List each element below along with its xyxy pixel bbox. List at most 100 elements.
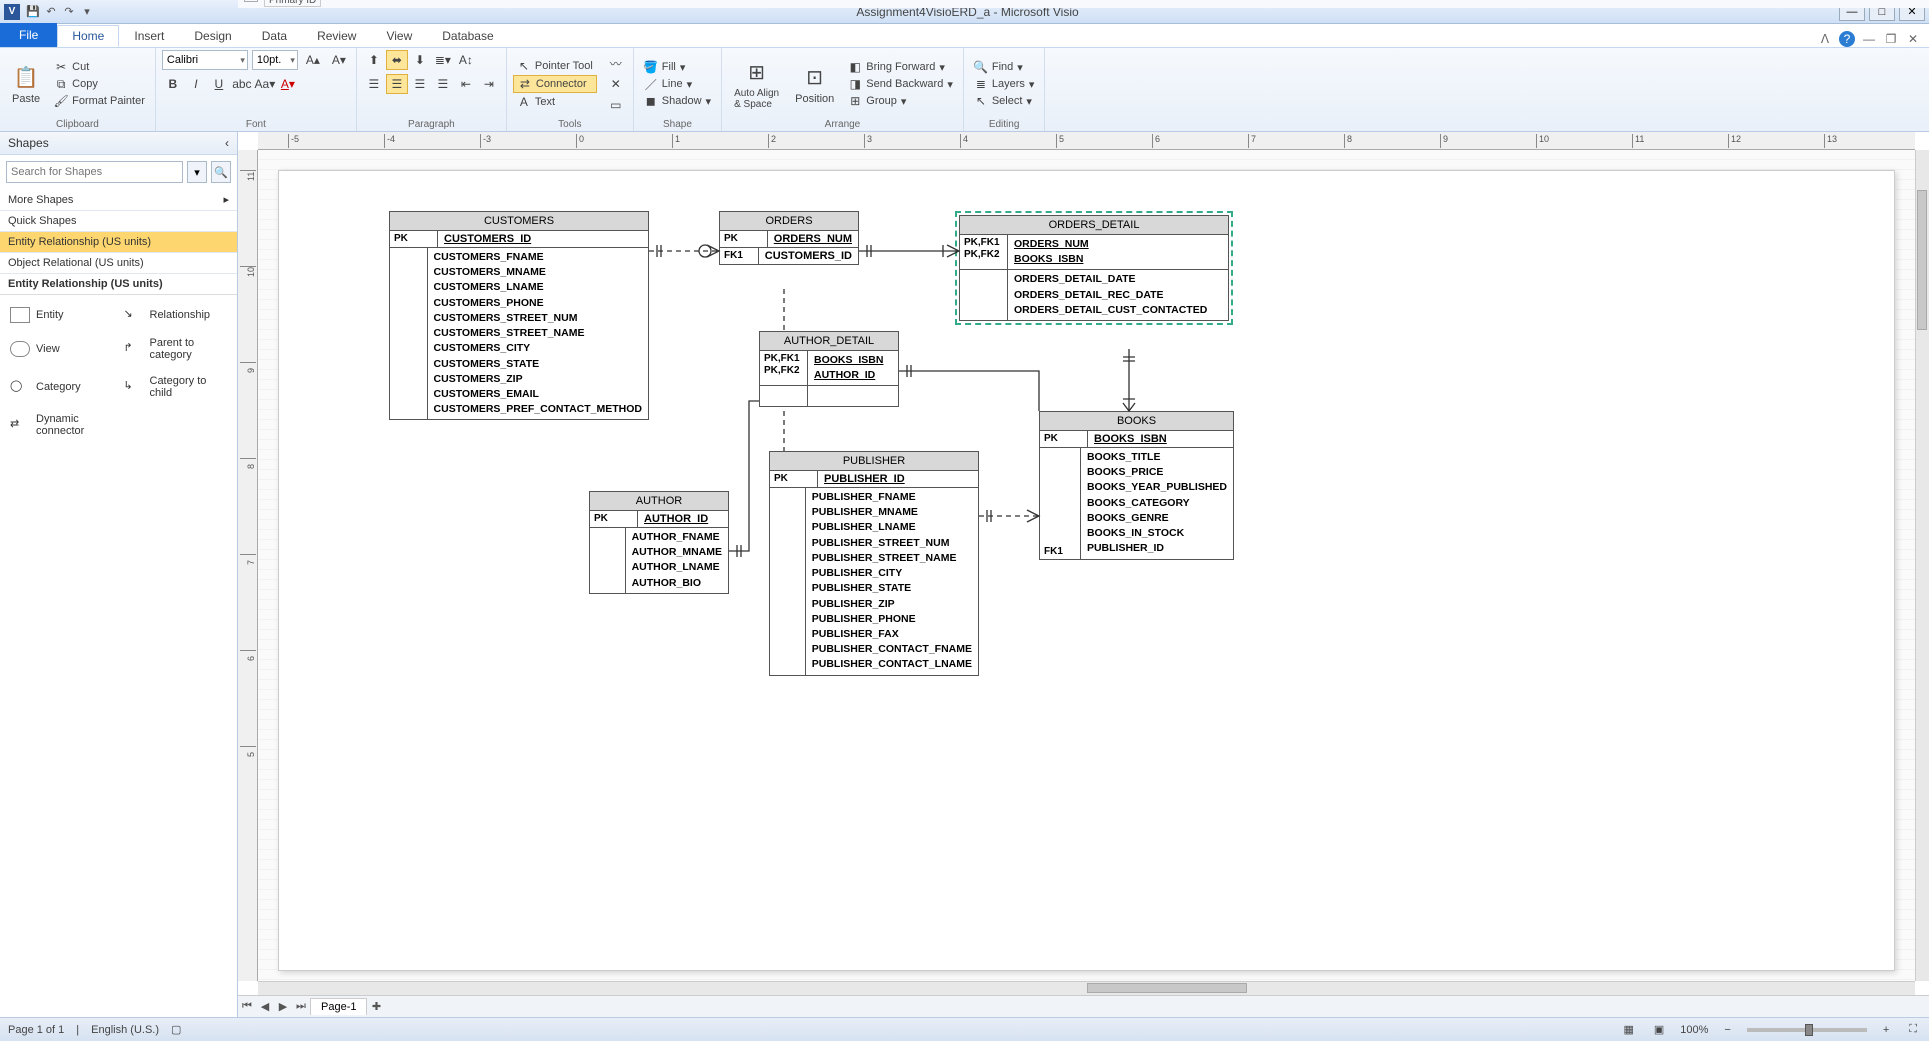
qat-save[interactable]: 💾 — [24, 3, 42, 21]
layers-button[interactable]: ≣Layers ▾ — [970, 76, 1039, 92]
font-color-button[interactable]: A▾ — [277, 74, 299, 94]
canvas[interactable]: CUSTOMERS PK CUSTOMERS_ID CUSTOMERS_FNAM… — [258, 150, 1915, 981]
entity-orders-detail[interactable]: ORDERS_DETAIL PK,FK1 PK,FK2 ORDERS_NUM B… — [959, 215, 1229, 321]
align-center-button[interactable]: ☰ — [386, 74, 408, 94]
tab-insert[interactable]: Insert — [119, 25, 179, 47]
stencil-er-row[interactable]: Entity Relationship (US units) — [0, 232, 237, 253]
doc-restore-icon[interactable]: ❐ — [1883, 31, 1899, 47]
tab-file[interactable]: File — [0, 23, 57, 47]
entity-books[interactable]: BOOKS PKBOOKS_ISBN FK1 BOOKS_TITLEBOOKS_… — [1039, 411, 1234, 560]
zoom-knob[interactable] — [1805, 1024, 1813, 1036]
entity-author-detail[interactable]: AUTHOR_DETAIL PK,FK1 PK,FK2 BOOKS_ISBN A… — [759, 331, 899, 407]
copy-button[interactable]: ⧉Copy — [50, 76, 149, 92]
horizontal-scrollbar[interactable] — [258, 981, 1915, 995]
paste-button[interactable]: 📋 Paste — [6, 59, 46, 109]
position-button[interactable]: ⊡Position — [789, 59, 840, 109]
help-icon[interactable]: ? — [1839, 31, 1855, 47]
inc-indent-button[interactable]: ⇥ — [478, 74, 500, 94]
line-button[interactable]: ／Line▾ — [640, 76, 715, 92]
strikethrough-button[interactable]: abc — [231, 74, 253, 94]
align-middle-button[interactable]: ⬌ — [386, 50, 408, 70]
dec-indent-button[interactable]: ⇤ — [455, 74, 477, 94]
italic-button[interactable]: I — [185, 74, 207, 94]
doc-close-icon[interactable]: ✕ — [1905, 31, 1921, 47]
zoom-out-button[interactable]: − — [1720, 1024, 1734, 1036]
select-button[interactable]: ↖Select ▾ — [970, 93, 1039, 109]
close-categories-button[interactable]: ✕ — [244, 0, 258, 2]
doc-min-icon[interactable]: — — [1861, 31, 1877, 47]
collapse-shapes-icon[interactable]: ‹ — [225, 136, 229, 150]
prev-page-button[interactable]: ◀ — [256, 998, 274, 1016]
case-button[interactable]: Aa▾ — [254, 74, 276, 94]
search-input[interactable] — [6, 161, 183, 183]
entity-orders[interactable]: ORDERS PKORDERS_NUM FK1CUSTOMERS_ID — [719, 211, 859, 265]
delete-connector-button[interactable]: ✕ — [605, 74, 627, 94]
tab-database[interactable]: Database — [427, 25, 508, 47]
h-scroll-thumb[interactable] — [1087, 983, 1247, 993]
shrink-font-button[interactable]: A▾ — [328, 50, 350, 70]
tab-design[interactable]: Design — [179, 25, 246, 47]
bold-button[interactable]: B — [162, 74, 184, 94]
first-page-button[interactable]: ⏮ — [238, 998, 256, 1016]
more-shapes-row[interactable]: More Shapes▸ — [0, 189, 237, 211]
find-button[interactable]: 🔍Find ▾ — [970, 59, 1039, 75]
tab-view[interactable]: View — [371, 25, 427, 47]
tab-review[interactable]: Review — [302, 25, 371, 47]
page-tab-1[interactable]: Page-1 — [310, 998, 367, 1015]
view-normal-button[interactable]: ▦ — [1619, 1023, 1637, 1036]
shape-dyn-connector[interactable]: ⇄Dynamic connector — [8, 409, 116, 441]
quick-shapes-row[interactable]: Quick Shapes — [0, 211, 237, 232]
vertical-scrollbar[interactable] — [1915, 150, 1929, 981]
shape-entity[interactable]: Entity — [8, 303, 116, 327]
justify-button[interactable]: ☰ — [432, 74, 454, 94]
rectangle-button[interactable]: ▭ — [605, 95, 627, 115]
fit-page-button[interactable]: ⛶ — [1905, 1023, 1921, 1036]
bring-forward-button[interactable]: ◧Bring Forward ▾ — [844, 59, 957, 75]
underline-button[interactable]: U — [208, 74, 230, 94]
text-direction-button[interactable]: A↕ — [455, 50, 477, 70]
font-size-combo[interactable]: 10pt. — [252, 50, 298, 70]
align-bottom-button[interactable]: ⬇ — [409, 50, 431, 70]
shape-parent-category[interactable]: ↱Parent to category — [122, 333, 230, 365]
new-page-button[interactable]: ✚ — [367, 998, 385, 1016]
shape-category-child[interactable]: ↳Category to child — [122, 371, 230, 403]
entity-customers[interactable]: CUSTOMERS PK CUSTOMERS_ID CUSTOMERS_FNAM… — [389, 211, 649, 420]
v-scroll-thumb[interactable] — [1917, 190, 1927, 330]
align-right-button[interactable]: ☰ — [409, 74, 431, 94]
zoom-slider[interactable] — [1747, 1028, 1867, 1032]
qat-undo[interactable]: ↶ — [42, 3, 60, 21]
tab-data[interactable]: Data — [247, 25, 302, 47]
search-button[interactable]: 🔍 — [211, 161, 231, 183]
shadow-button[interactable]: ◼Shadow▾ — [640, 93, 715, 109]
pointer-tool-button[interactable]: ↖Pointer Tool — [513, 58, 597, 74]
grow-font-button[interactable]: A▴ — [302, 50, 324, 70]
tab-home[interactable]: Home — [57, 25, 119, 47]
last-page-button[interactable]: ⏭ — [292, 998, 310, 1016]
text-tool-button[interactable]: AText — [513, 94, 597, 110]
shape-relationship[interactable]: ↘Relationship — [122, 303, 230, 327]
fill-button[interactable]: 🪣Fill▾ — [640, 59, 715, 75]
drawing-page[interactable]: CUSTOMERS PK CUSTOMERS_ID CUSTOMERS_FNAM… — [278, 170, 1895, 971]
search-dropdown[interactable]: ▾ — [187, 161, 207, 183]
next-page-button[interactable]: ▶ — [274, 998, 292, 1016]
bullets-button[interactable]: ≣▾ — [432, 50, 454, 70]
view-fullscreen-button[interactable]: ▣ — [1650, 1023, 1668, 1036]
connector-tool-button[interactable]: ⇄Connector — [513, 75, 597, 93]
entity-author[interactable]: AUTHOR PKAUTHOR_ID AUTHOR_FNAMEAUTHOR_MN… — [589, 491, 729, 594]
stencil-or-row[interactable]: Object Relational (US units) — [0, 253, 237, 274]
shape-view[interactable]: View — [8, 333, 116, 365]
autoalign-button[interactable]: ⊞Auto Align & Space — [728, 54, 785, 114]
group-button[interactable]: ⊞Group ▾ — [844, 93, 957, 109]
align-top-button[interactable]: ⬆ — [363, 50, 385, 70]
cut-button[interactable]: ✂Cut — [50, 59, 149, 75]
entity-publisher[interactable]: PUBLISHER PKPUBLISHER_ID PUBLISHER_FNAME… — [769, 451, 979, 676]
freeform-button[interactable]: 〰 — [605, 53, 627, 73]
macro-icon[interactable]: ▢ — [171, 1023, 181, 1036]
zoom-in-button[interactable]: + — [1879, 1024, 1893, 1036]
qat-dropdown[interactable]: ▾ — [78, 3, 96, 21]
align-left-button[interactable]: ☰ — [363, 74, 385, 94]
format-painter-button[interactable]: 🖌Format Painter — [50, 93, 149, 109]
send-backward-button[interactable]: ◨Send Backward ▾ — [844, 76, 957, 92]
font-name-combo[interactable]: Calibri — [162, 50, 248, 70]
qat-redo[interactable]: ↷ — [60, 3, 78, 21]
